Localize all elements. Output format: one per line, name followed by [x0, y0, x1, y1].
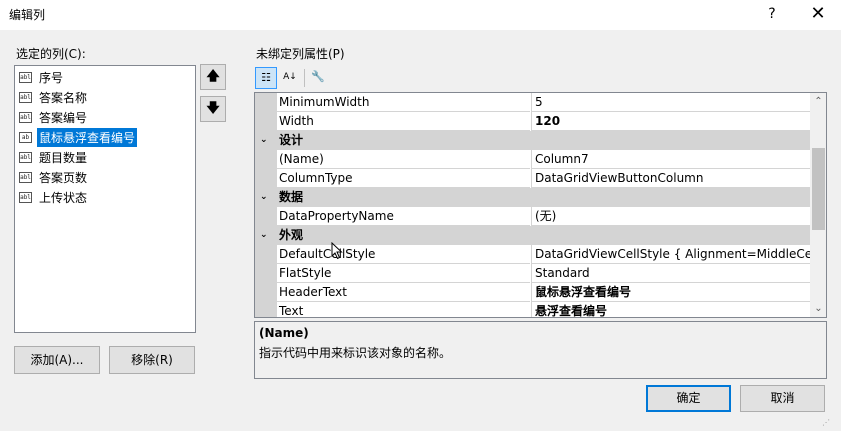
- list-item-label: 上传状态: [39, 190, 88, 205]
- property-row[interactable]: Text 悬浮查看编号: [255, 302, 810, 317]
- list-item[interactable]: abl 上传状态: [19, 188, 89, 206]
- property-row[interactable]: Width 120: [255, 112, 810, 131]
- arrow-down-icon: 🡇: [206, 101, 220, 116]
- property-name: Text: [277, 302, 530, 317]
- category-label: 设计: [279, 133, 304, 147]
- scroll-up-icon[interactable]: ⌃: [810, 93, 826, 110]
- list-item-label: 题目数量: [39, 150, 88, 165]
- list-item-label: 答案名称: [39, 90, 88, 105]
- list-item[interactable]: abl 答案页数: [19, 168, 89, 186]
- unbound-properties-label: 未绑定列属性(P): [256, 47, 345, 61]
- toolbar-separator: [304, 69, 305, 87]
- list-item-label: 鼠标悬浮查看编号: [37, 127, 138, 147]
- wrench-icon[interactable]: 🔧: [307, 67, 329, 89]
- list-item[interactable]: abl 答案名称: [19, 88, 89, 106]
- alphabetical-icon[interactable]: A↓: [279, 67, 301, 89]
- property-name: DefaultCellStyle: [277, 245, 530, 264]
- list-item[interactable]: abl 题目数量: [19, 148, 89, 166]
- textbox-column-icon: abl: [19, 171, 32, 183]
- window-title: 编辑列: [9, 8, 46, 22]
- collapse-icon[interactable]: ⌄: [260, 188, 268, 207]
- property-value[interactable]: Column7: [531, 150, 810, 169]
- button-column-icon: ab: [19, 131, 32, 143]
- property-value[interactable]: 悬浮查看编号: [531, 302, 810, 317]
- property-value[interactable]: Standard: [531, 264, 810, 283]
- textbox-column-icon: abl: [19, 191, 32, 203]
- property-value[interactable]: DataGridViewCellStyle { Alignment=Middle…: [531, 245, 810, 264]
- selected-columns-label: 选定的列(C):: [16, 47, 86, 61]
- description-panel: (Name) 指示代码中用来标识该对象的名称。: [254, 321, 827, 379]
- description-text: 指示代码中用来标识该对象的名称。: [259, 346, 452, 360]
- close-button[interactable]: ✕: [806, 3, 830, 25]
- property-row[interactable]: HeaderText 鼠标悬浮查看编号: [255, 283, 810, 302]
- resize-grip-icon[interactable]: ⋰: [822, 418, 834, 428]
- scroll-down-icon[interactable]: ⌄: [810, 300, 826, 317]
- list-item-label: 序号: [39, 70, 64, 85]
- property-value[interactable]: 鼠标悬浮查看编号: [531, 283, 810, 302]
- property-name: Width: [277, 112, 530, 131]
- textbox-column-icon: abl: [19, 71, 32, 83]
- property-row[interactable]: ColumnType DataGridViewButtonColumn: [255, 169, 810, 188]
- title-bar: 编辑列 ? ✕: [0, 0, 841, 30]
- list-item[interactable]: abl 序号: [19, 68, 65, 86]
- collapse-icon[interactable]: ⌄: [260, 131, 268, 150]
- category-design[interactable]: ⌄ 设计: [255, 131, 810, 150]
- property-row[interactable]: DataPropertyName (无): [255, 207, 810, 226]
- property-name: (Name): [277, 150, 530, 169]
- textbox-column-icon: abl: [19, 111, 32, 123]
- selected-columns-list[interactable]: abl 序号 abl 答案名称 abl 答案编号 ab 鼠标悬浮查看编号 abl…: [14, 65, 196, 333]
- categorized-icon[interactable]: ☷: [255, 67, 277, 89]
- list-item[interactable]: abl 答案编号: [19, 108, 89, 126]
- cancel-button[interactable]: 取消: [740, 385, 825, 412]
- remove-button[interactable]: 移除(R): [109, 346, 195, 374]
- textbox-column-icon: abl: [19, 151, 32, 163]
- add-button[interactable]: 添加(A)...: [14, 346, 100, 374]
- scroll-thumb[interactable]: [812, 148, 825, 230]
- property-value[interactable]: (无): [531, 207, 810, 226]
- property-name: DataPropertyName: [277, 207, 530, 226]
- property-value[interactable]: DataGridViewButtonColumn: [531, 169, 810, 188]
- category-label: 数据: [279, 190, 304, 204]
- textbox-column-icon: abl: [19, 91, 32, 103]
- property-name: FlatStyle: [277, 264, 530, 283]
- list-item-label: 答案编号: [39, 110, 88, 125]
- description-title: (Name): [259, 326, 309, 340]
- category-label: 外观: [279, 228, 304, 242]
- list-item[interactable]: ab 鼠标悬浮查看编号: [19, 127, 138, 147]
- property-row[interactable]: FlatStyle Standard: [255, 264, 810, 283]
- property-row[interactable]: (Name) Column7: [255, 150, 810, 169]
- property-row[interactable]: MinimumWidth 5: [255, 93, 810, 112]
- move-down-button[interactable]: 🡇: [200, 96, 226, 122]
- property-grid[interactable]: MinimumWidth 5 Width 120 ⌄ 设计 (Name) Col…: [254, 92, 827, 318]
- list-item-label: 答案页数: [39, 170, 88, 185]
- property-value[interactable]: 5: [531, 93, 810, 112]
- property-name: MinimumWidth: [277, 93, 530, 112]
- help-button[interactable]: ?: [760, 3, 784, 25]
- ok-button[interactable]: 确定: [646, 385, 731, 412]
- category-data[interactable]: ⌄ 数据: [255, 188, 810, 207]
- property-value[interactable]: 120: [531, 112, 810, 131]
- collapse-icon[interactable]: ⌄: [260, 226, 268, 245]
- mouse-cursor-icon: [331, 242, 343, 260]
- property-toolbar: ☷ A↓ 🔧: [254, 66, 374, 90]
- move-up-button[interactable]: 🡅: [200, 64, 226, 90]
- vertical-scrollbar[interactable]: ⌃ ⌄: [810, 93, 826, 317]
- arrow-up-icon: 🡅: [206, 69, 220, 84]
- property-name: HeaderText: [277, 283, 530, 302]
- property-name: ColumnType: [277, 169, 530, 188]
